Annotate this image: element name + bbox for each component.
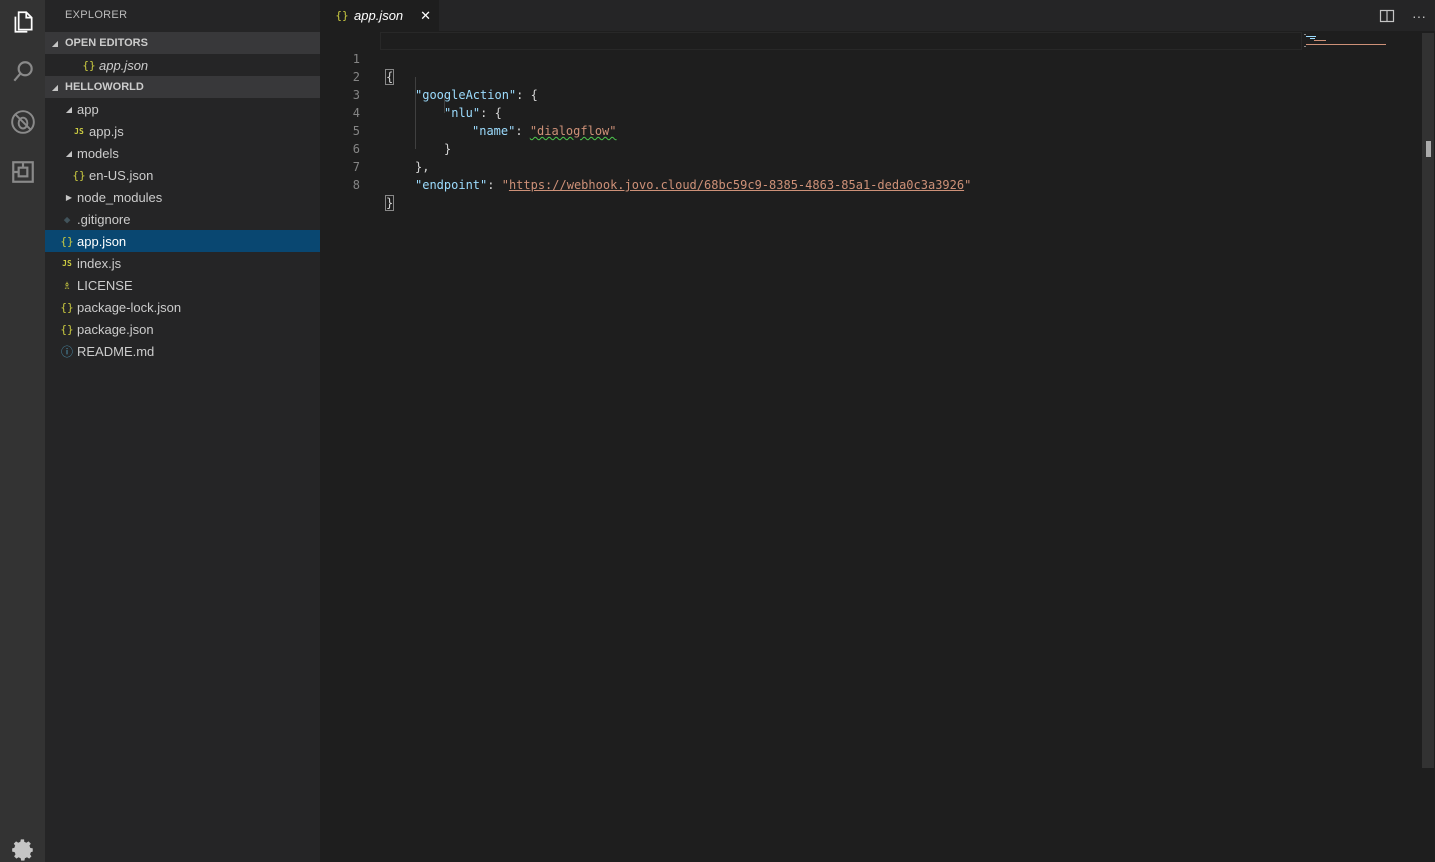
chevron-down-icon: ◢ [51, 38, 59, 48]
explorer-sidebar: EXPLORER ◢ OPEN EDITORS {} app.json ◢ HE… [45, 0, 320, 862]
tree-file-en-us-json[interactable]: {} en-US.json [45, 164, 320, 186]
code-line-2: 2 "googleAction": { [352, 70, 538, 102]
chevron-right-icon: ▶ [65, 192, 73, 202]
activity-bar [0, 0, 45, 862]
js-icon: JS [62, 258, 72, 268]
tree-folder-node-modules[interactable]: ▶ node_modules [45, 186, 320, 208]
tree-file-package-lock-json[interactable]: {} package-lock.json [45, 296, 320, 318]
json-key: "endpoint" [415, 178, 488, 192]
json-icon: {} [60, 234, 74, 248]
code-line-6: 6 }, [352, 142, 430, 174]
files-icon[interactable] [0, 2, 45, 42]
code-line-8: 8 } [352, 178, 395, 211]
url-link[interactable]: https://webhook.jovo.cloud/68bc59c9-8385… [509, 178, 964, 192]
tree-file-app-js[interactable]: JS app.js [45, 120, 320, 142]
overview-ruler-mark [1426, 141, 1431, 157]
chevron-down-icon: ◢ [65, 148, 73, 158]
bracket: } [384, 195, 395, 211]
tree-file-readme-md[interactable]: ⓘ README.md [45, 340, 320, 362]
search-icon[interactable] [0, 52, 45, 92]
split-editor-icon[interactable] [1371, 0, 1403, 31]
tree-file-app-json[interactable]: {} app.json [45, 230, 320, 252]
tree-folder-app[interactable]: ◢ app [45, 98, 320, 120]
code-line-7: 7 "endpoint": "https://webhook.jovo.clou… [352, 160, 972, 192]
tree-file-gitignore[interactable]: ◆ .gitignore [45, 208, 320, 230]
info-icon: ⓘ [60, 344, 73, 359]
tree-folder-models[interactable]: ◢ models [45, 142, 320, 164]
code-line-4: 4 "name": "dialogflow" [352, 106, 617, 138]
open-editors-header[interactable]: ◢ OPEN EDITORS [45, 32, 320, 54]
code-line-3: 3 "nlu": { [352, 88, 502, 120]
chevron-down-icon: ◢ [65, 104, 73, 114]
close-icon[interactable]: ✕ [420, 8, 431, 24]
json-icon: {} [60, 322, 74, 336]
code-editor[interactable]: 1 { 2 "googleAction": { 3 "nlu": { 4 "na… [320, 31, 1435, 862]
editor-tab-bar: {} app.json ✕ ··· [320, 0, 1435, 31]
json-icon: {} [82, 58, 96, 72]
editor-actions: ··· [1371, 0, 1435, 31]
json-icon: {} [335, 9, 349, 22]
js-icon: JS [74, 126, 84, 136]
json-icon: {} [72, 168, 86, 182]
json-icon: {} [60, 300, 74, 314]
open-editor-item[interactable]: {} app.json [45, 54, 320, 76]
debug-icon[interactable] [0, 102, 45, 142]
tree-file-index-js[interactable]: JS index.js [45, 252, 320, 274]
code-line-5: 5 } [352, 124, 452, 156]
tab-app-json[interactable]: {} app.json ✕ [320, 0, 439, 31]
tree-file-license[interactable]: ♗ LICENSE [45, 274, 320, 296]
more-actions-button[interactable]: ··· [1403, 0, 1435, 31]
project-header[interactable]: ◢ HELLOWORLD [45, 76, 320, 98]
sidebar-title: EXPLORER [65, 9, 128, 21]
git-icon: ◆ [63, 212, 71, 226]
code-line-1: 1 { [352, 52, 395, 85]
gear-icon[interactable] [0, 830, 45, 862]
extensions-icon[interactable] [0, 152, 45, 192]
minimap[interactable] [1302, 33, 1392, 49]
tree-file-package-json[interactable]: {} package.json [45, 318, 320, 340]
chevron-down-icon: ◢ [51, 82, 59, 92]
license-icon: ♗ [63, 278, 71, 292]
